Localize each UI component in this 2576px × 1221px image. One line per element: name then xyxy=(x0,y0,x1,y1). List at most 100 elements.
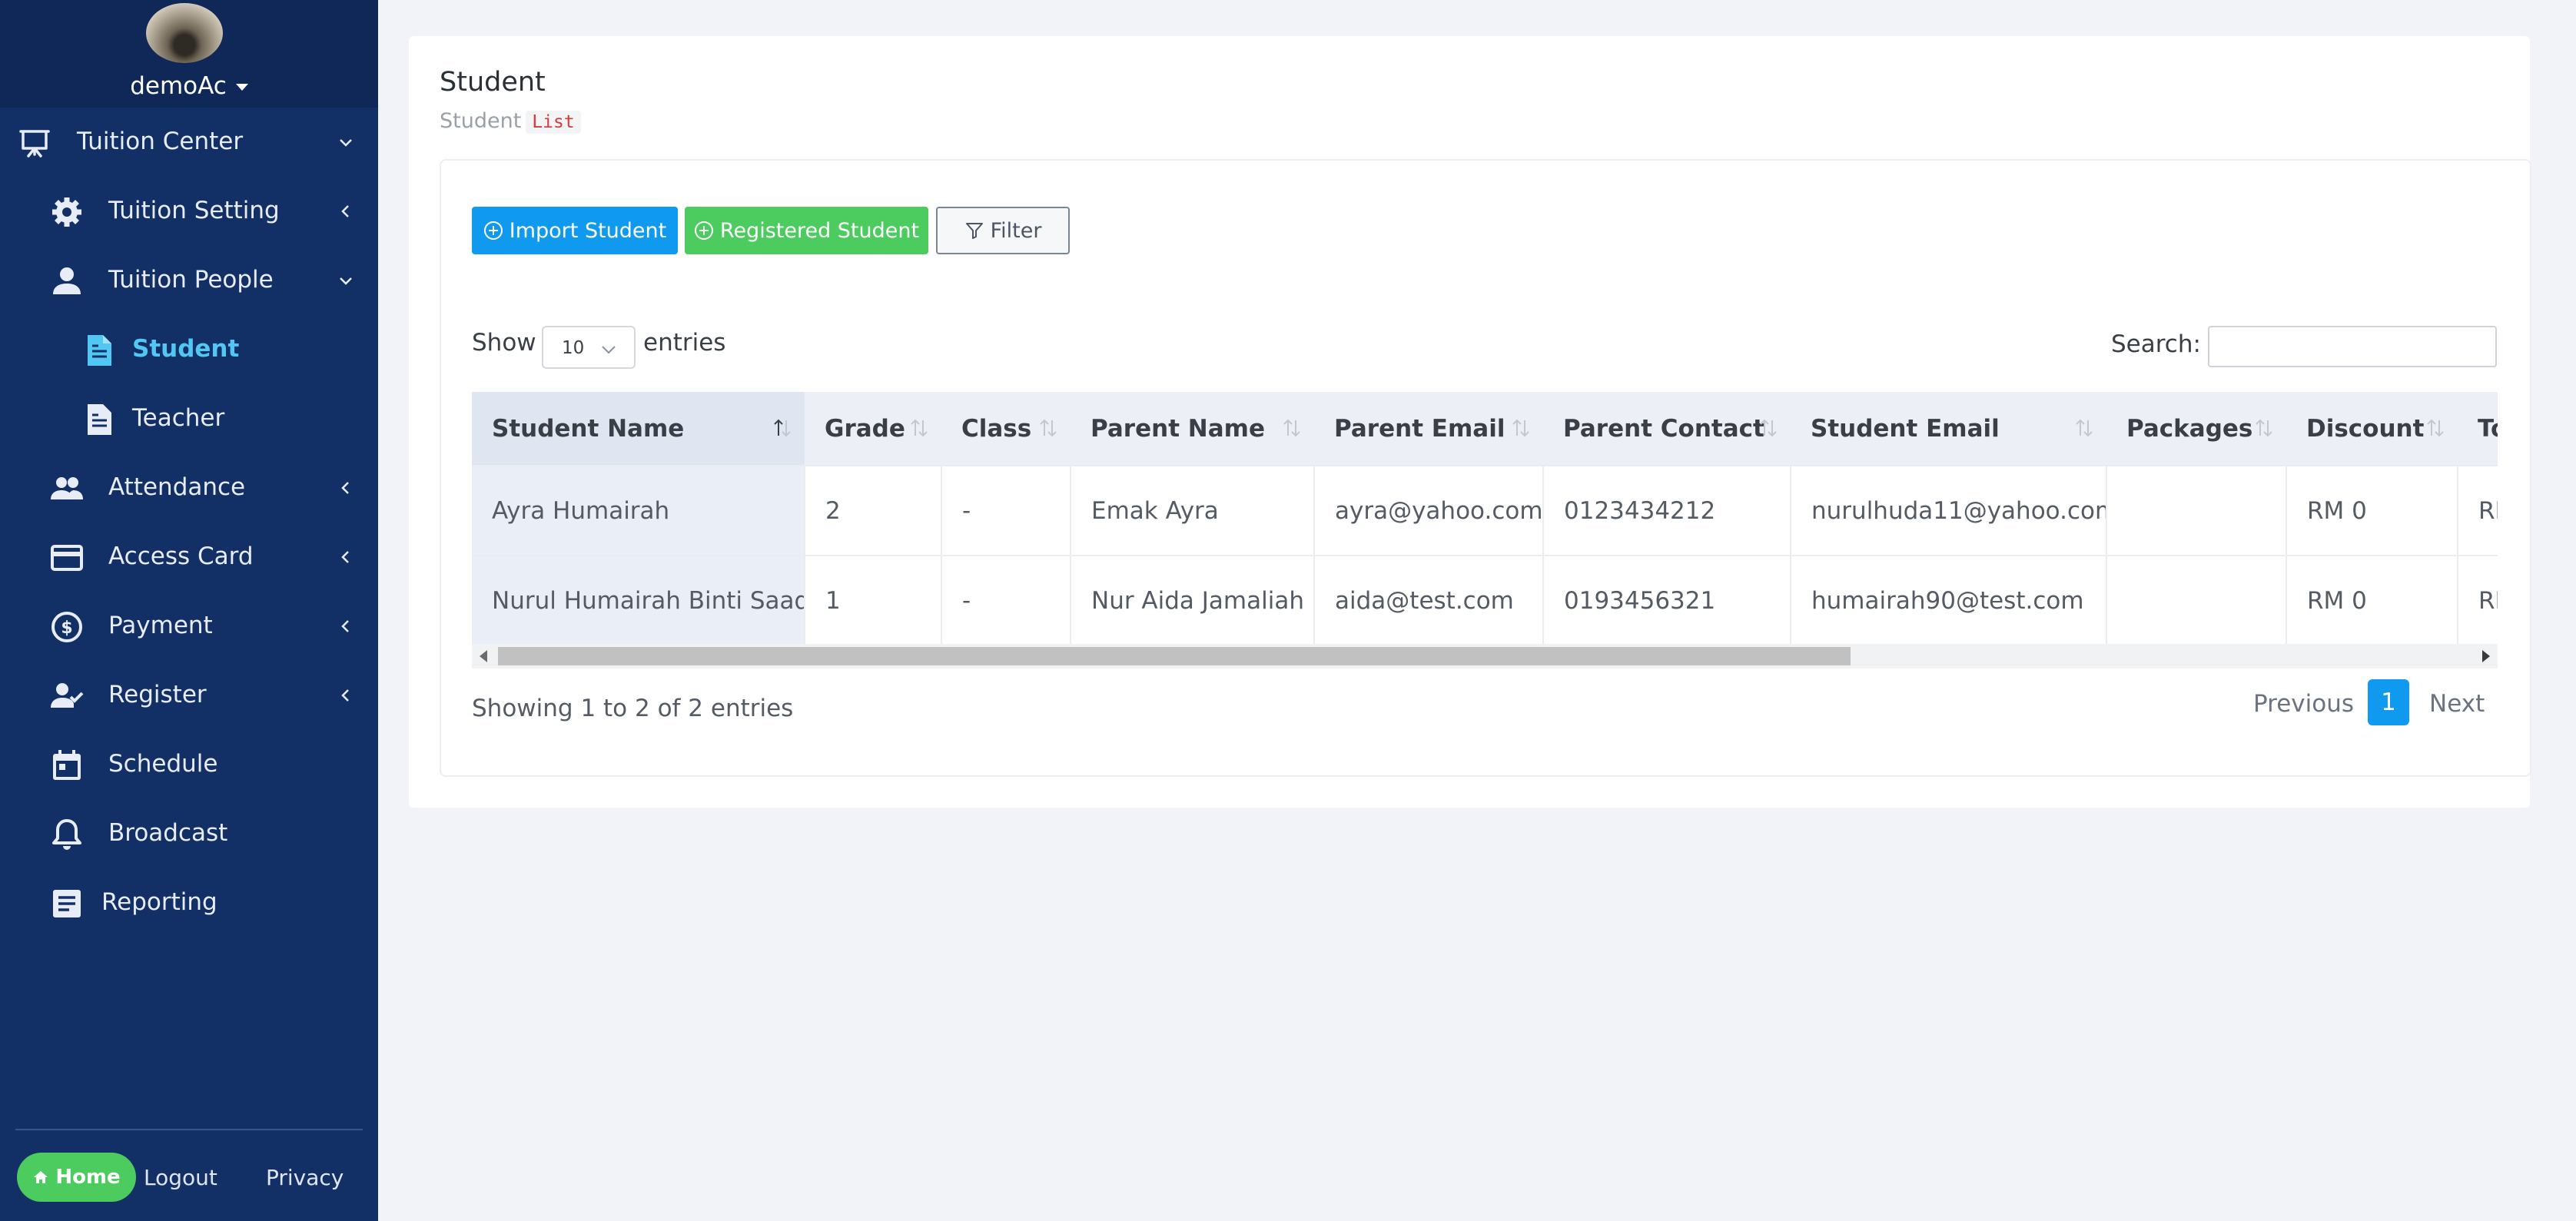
entries-label: entries xyxy=(643,329,726,357)
sidebar-header: demoAc xyxy=(0,0,378,108)
svg-text:$: $ xyxy=(61,619,72,638)
column-header[interactable]: To xyxy=(2458,392,2498,466)
bell-icon xyxy=(52,819,81,850)
plus-circle-icon xyxy=(483,221,503,240)
scroll-left-icon[interactable] xyxy=(480,650,487,662)
report-icon xyxy=(53,890,81,917)
chevron-left-icon xyxy=(341,205,349,217)
sidebar-item-label: Attendance xyxy=(108,473,246,501)
sidebar-item-label: Tuition Setting xyxy=(108,197,280,224)
chevron-down-icon xyxy=(602,346,616,354)
filter-label: Filter xyxy=(990,218,1042,243)
student-table-scroller: Student Name Grade Class Parent Name Parent … xyxy=(472,392,2498,644)
chevron-down-icon xyxy=(340,277,352,285)
next-page-button[interactable]: Next xyxy=(2429,690,2485,718)
table-cell: RM 0 xyxy=(2286,465,2458,556)
table-cell: 2 xyxy=(805,465,942,556)
scroll-right-icon[interactable] xyxy=(2482,650,2490,662)
sidebar-item-tuition-people[interactable]: Tuition People xyxy=(0,246,378,315)
sidebar-item-reporting[interactable]: Reporting xyxy=(0,868,378,937)
search-input[interactable] xyxy=(2208,326,2497,367)
sidebar-item-broadcast[interactable]: Broadcast xyxy=(0,799,378,868)
table-row[interactable]: Ayra Humairah 2- Emak Ayra ayra@yahoo.com 01… xyxy=(472,465,2498,556)
column-header[interactable]: Class xyxy=(941,392,1071,466)
previous-page-button[interactable]: Previous xyxy=(2253,690,2354,718)
registered-student-label: Registered Student xyxy=(719,218,920,243)
table-cell: aida@test.com xyxy=(1314,555,1544,644)
sort-arrows-icon xyxy=(1040,419,1057,437)
filter-button[interactable]: Filter xyxy=(936,207,1070,254)
table-header-row: Student Name Grade Class Parent Name Parent … xyxy=(472,392,2498,466)
sidebar-item-tuition-setting[interactable]: Tuition Setting xyxy=(0,177,378,246)
user-menu[interactable]: demoAc xyxy=(0,72,378,100)
sidebar-item-access-card[interactable]: Access Card xyxy=(0,523,378,592)
column-header-label: Student Email xyxy=(1811,414,2000,443)
sidebar-item-register[interactable]: Register xyxy=(0,661,378,730)
sidebar-item-label: Student xyxy=(132,335,240,363)
logout-link[interactable]: Logout xyxy=(144,1165,217,1190)
plus-circle-icon xyxy=(694,221,713,240)
sidebar: demoAc Tuition Center Tuition Setting Tu… xyxy=(0,0,378,1221)
caret-down-icon xyxy=(235,84,248,91)
sort-arrows-icon xyxy=(1760,419,1777,437)
table-cell xyxy=(2106,465,2287,556)
user-name: demoAc xyxy=(130,72,227,100)
sidebar-item-label: Tuition People xyxy=(108,266,274,294)
column-header-label: Grade xyxy=(825,414,905,443)
scrollbar-thumb[interactable] xyxy=(498,647,1851,665)
person-icon xyxy=(53,267,81,294)
home-icon xyxy=(34,1171,48,1183)
page-1-button[interactable]: 1 xyxy=(2368,679,2409,725)
column-header-label: To xyxy=(2478,414,2498,443)
table-cell: nurulhuda11@yahoo.com xyxy=(1791,465,2107,556)
student-table: Student Name Grade Class Parent Name Parent … xyxy=(472,392,2498,644)
table-cell: Emak Ayra xyxy=(1071,465,1315,556)
privacy-link[interactable]: Privacy xyxy=(266,1165,344,1190)
document-icon xyxy=(88,335,111,366)
table-cell: Nurul Humairah Binti Saad xyxy=(472,555,805,644)
table-cell: 0123434212 xyxy=(1543,465,1791,556)
presentation-board-icon xyxy=(19,130,50,158)
column-header-label: Student Name xyxy=(492,414,685,443)
sort-arrows-icon xyxy=(2427,419,2444,437)
avatar[interactable] xyxy=(146,3,223,63)
card-icon xyxy=(51,545,83,571)
sidebar-item-tuition-center[interactable]: Tuition Center xyxy=(0,108,378,177)
home-button[interactable]: Home xyxy=(17,1153,136,1202)
column-header-label: Discount xyxy=(2306,414,2425,443)
column-header[interactable]: Student Name xyxy=(472,392,805,466)
breadcrumb-text: Student xyxy=(440,109,522,133)
column-header-label: Parent Contact xyxy=(1563,414,1764,443)
sidebar-item-payment[interactable]: $ Payment xyxy=(0,592,378,661)
sidebar-item-student[interactable]: Student xyxy=(0,315,378,384)
entries-select-value: 10 xyxy=(562,338,585,358)
sidebar-item-schedule[interactable]: Schedule xyxy=(0,730,378,799)
table-row[interactable]: Nurul Humairah Binti Saad 1- Nur Aida Jama… xyxy=(472,555,2498,644)
registered-student-button[interactable]: Registered Student xyxy=(685,207,928,254)
column-header[interactable]: Grade xyxy=(805,392,941,466)
import-student-label: Import Student xyxy=(509,218,667,243)
person-check-icon xyxy=(51,683,84,708)
column-header-label: Class xyxy=(961,414,1032,443)
table-cell: ayra@yahoo.com xyxy=(1314,465,1544,556)
column-header[interactable]: Parent Email xyxy=(1314,392,1543,466)
horizontal-scrollbar[interactable] xyxy=(472,644,2498,669)
column-header[interactable]: Student Email xyxy=(1791,392,2106,466)
table-cell: 0193456321 xyxy=(1543,555,1791,644)
table-info: Showing 1 to 2 of 2 entries xyxy=(472,695,794,722)
calendar-icon xyxy=(53,750,81,780)
column-header[interactable]: Packages xyxy=(2106,392,2286,466)
column-header[interactable]: Parent Name xyxy=(1071,392,1314,466)
import-student-button[interactable]: Import Student xyxy=(472,207,678,254)
sort-arrows-icon xyxy=(1283,419,1300,437)
chevron-down-icon xyxy=(340,139,352,147)
chevron-left-icon xyxy=(341,551,349,563)
table-cell: Nur Aida Jamaliah xyxy=(1071,555,1315,644)
sidebar-item-teacher[interactable]: Teacher xyxy=(0,384,378,453)
table-cell: 1 xyxy=(805,555,942,644)
sidebar-item-label: Tuition Center xyxy=(77,128,244,155)
entries-select[interactable]: 10 xyxy=(542,326,636,369)
column-header[interactable]: Parent Contact xyxy=(1543,392,1791,466)
column-header[interactable]: Discount xyxy=(2286,392,2458,466)
sidebar-item-attendance[interactable]: Attendance xyxy=(0,453,378,523)
